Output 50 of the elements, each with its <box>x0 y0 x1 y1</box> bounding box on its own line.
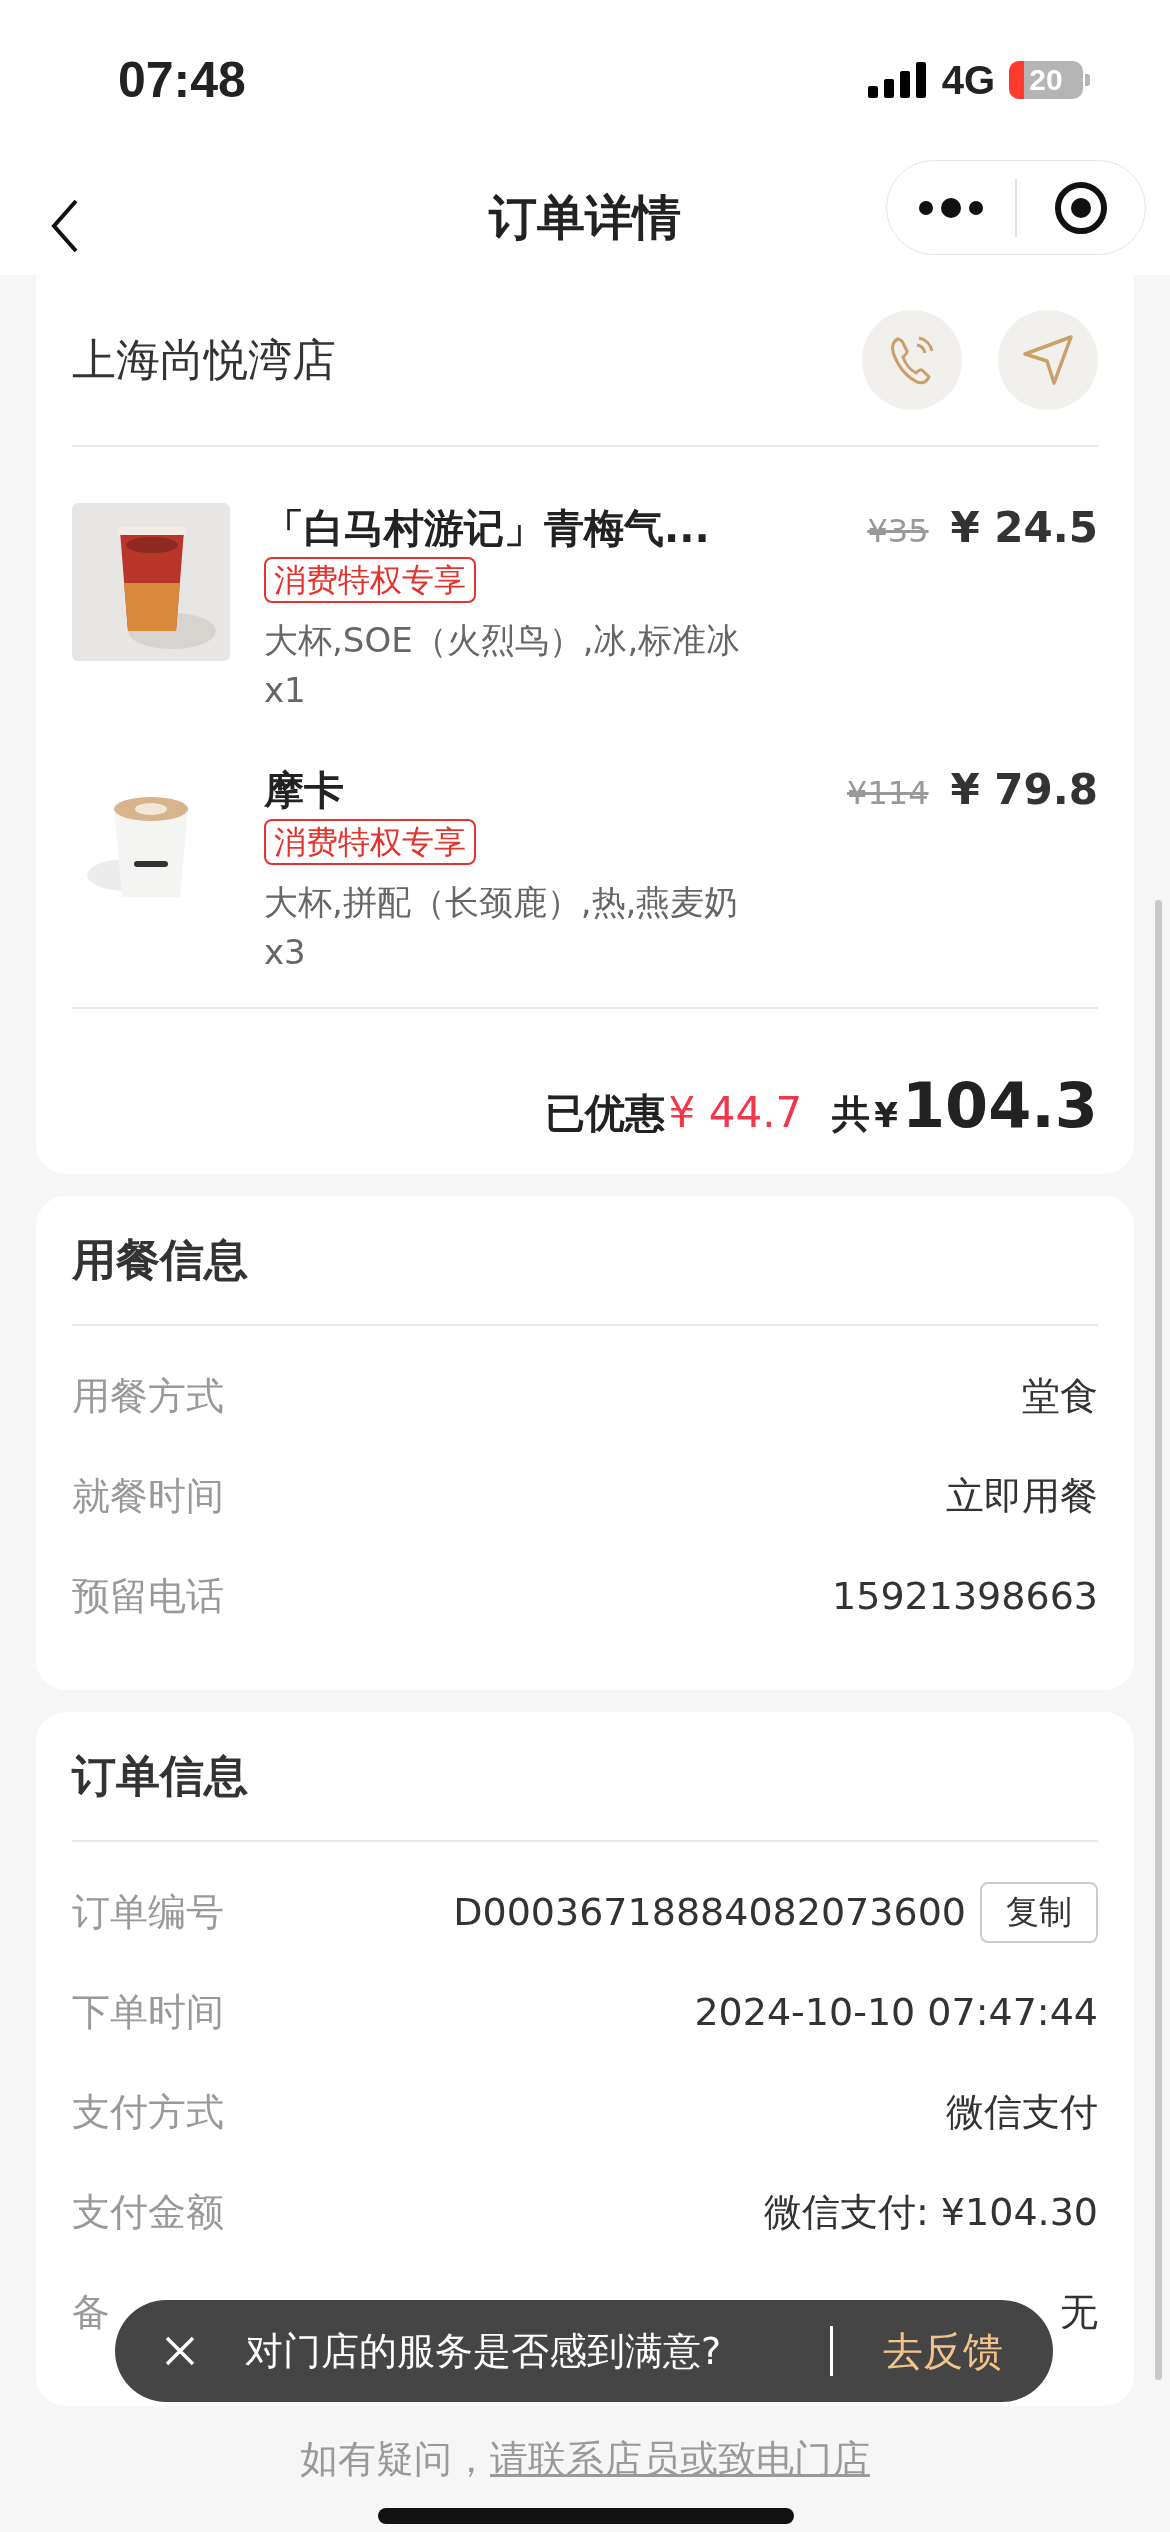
discount-amount: ¥ 44.7 <box>668 1088 803 1137</box>
copy-button[interactable]: 复制 <box>980 1881 1098 1943</box>
status-time: 07:48 <box>118 51 246 109</box>
product-name: 摩卡 <box>264 766 344 815</box>
field-value: D00036718884082073600 <box>453 1890 966 1934</box>
field-label: 支付方式 <box>72 2088 224 2136</box>
field-label: 用餐方式 <box>72 1372 224 1420</box>
feedback-button[interactable]: 去反馈 <box>883 2323 1003 2379</box>
signal-icon <box>867 62 928 98</box>
product-options: 大杯,SOE（火烈鸟）,冰,标准冰 <box>264 615 741 665</box>
field-label: 备 <box>72 2288 110 2336</box>
field-value: 2024-10-10 07:47:44 <box>694 1990 1098 2034</box>
phone-icon <box>889 335 935 385</box>
store-name: 上海尚悦湾店 <box>72 332 337 387</box>
price: ¥ 24.5 <box>950 503 1098 552</box>
field-label: 就餐时间 <box>72 1472 224 1520</box>
discount-label: 已优惠 <box>544 1089 665 1138</box>
quantity: x3 <box>264 931 306 974</box>
toast-message: 对门店的服务是否感到满意? <box>245 2327 723 2375</box>
field-value: 堂食 <box>1022 1372 1098 1420</box>
currency-symbol: ¥ <box>874 1095 898 1135</box>
more-icon[interactable] <box>918 197 984 218</box>
field-value: 微信支付: ¥104.30 <box>763 2188 1098 2236</box>
original-price: ¥114 <box>847 774 929 812</box>
close-icon[interactable] <box>165 2336 195 2366</box>
field-value: 15921398663 <box>832 1574 1098 1618</box>
original-price: ¥35 <box>867 512 929 550</box>
navigation-arrow-icon <box>1022 334 1074 386</box>
field-label: 下单时间 <box>72 1988 224 2036</box>
product-options: 大杯,拼配（长颈鹿）,热,燕麦奶 <box>264 877 739 927</box>
price: ¥ 79.8 <box>950 765 1098 814</box>
back-icon[interactable] <box>50 198 80 254</box>
help-text: 如有疑问， <box>300 2437 490 2481</box>
field-value: 立即用餐 <box>946 1472 1098 1520</box>
page-title: 订单详情 <box>489 187 681 247</box>
section-title: 用餐信息 <box>72 1196 1098 1326</box>
field-value: 微信支付 <box>946 2088 1098 2136</box>
promo-tag: 消费特权专享 <box>264 819 476 865</box>
promo-tag: 消费特权专享 <box>264 557 476 603</box>
field-value: 无 <box>1060 2288 1098 2336</box>
quantity: x1 <box>264 669 306 712</box>
field-label: 预留电话 <box>72 1572 224 1620</box>
field-label: 订单编号 <box>72 1888 224 1936</box>
section-title: 订单信息 <box>72 1712 1098 1842</box>
total-amount: 104.3 <box>901 1069 1098 1142</box>
total-label: 共 <box>832 1091 871 1138</box>
network-label: 4G <box>941 57 995 103</box>
product-name: 「白马村游记」青梅气... <box>264 504 710 553</box>
close-mini-program-icon[interactable] <box>1054 180 1108 235</box>
field-label: 支付金额 <box>72 2188 224 2236</box>
